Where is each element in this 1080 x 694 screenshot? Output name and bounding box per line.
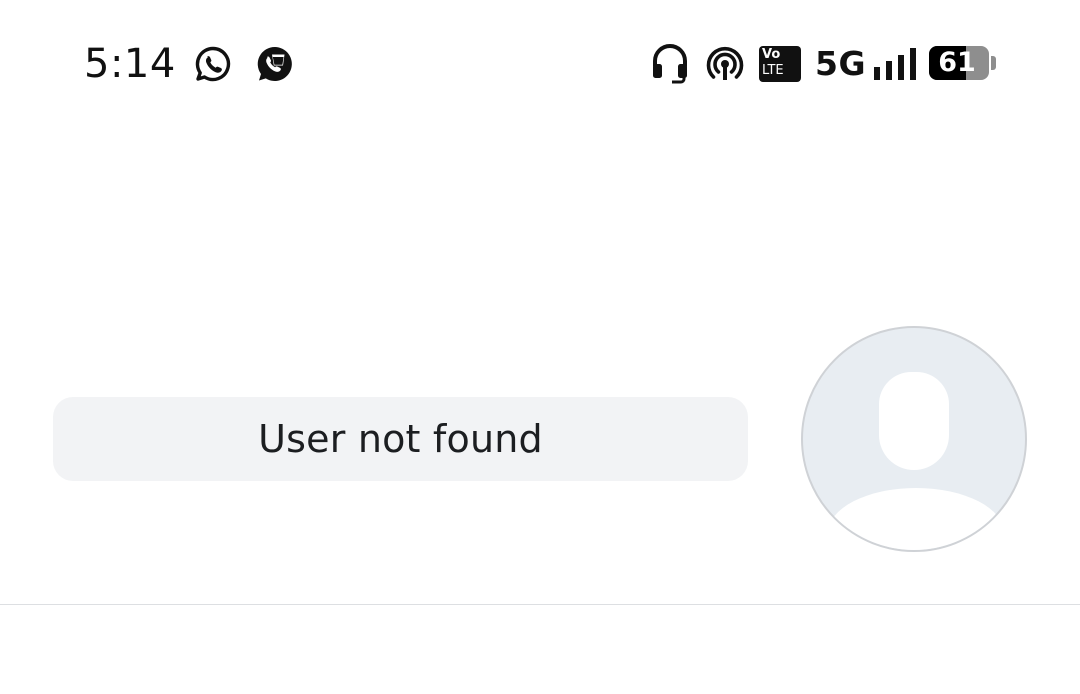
avatar-head-shape (879, 372, 949, 470)
user-not-found-message: User not found (53, 397, 748, 481)
signal-icon (874, 48, 916, 80)
status-time: 5:14 (84, 41, 176, 87)
avatar[interactable] (801, 326, 1027, 552)
whatsapp-business-icon (257, 46, 292, 81)
divider (0, 604, 1080, 605)
status-bar: 5:14 Vo LTE 5G 61 (0, 0, 1080, 130)
hotspot-icon (706, 46, 744, 80)
volte-top-label: Vo (762, 47, 781, 62)
headset-icon (653, 44, 687, 84)
battery-level: 61 (938, 47, 976, 78)
volte-bottom-label: LTE (762, 63, 784, 78)
avatar-body-shape (828, 488, 1004, 550)
message-text: User not found (258, 417, 543, 461)
whatsapp-icon (195, 46, 231, 82)
battery-nub (991, 56, 996, 70)
battery-icon: 61 (929, 46, 989, 80)
volte-icon: Vo LTE (759, 46, 801, 82)
network-type-label: 5G (815, 44, 867, 83)
